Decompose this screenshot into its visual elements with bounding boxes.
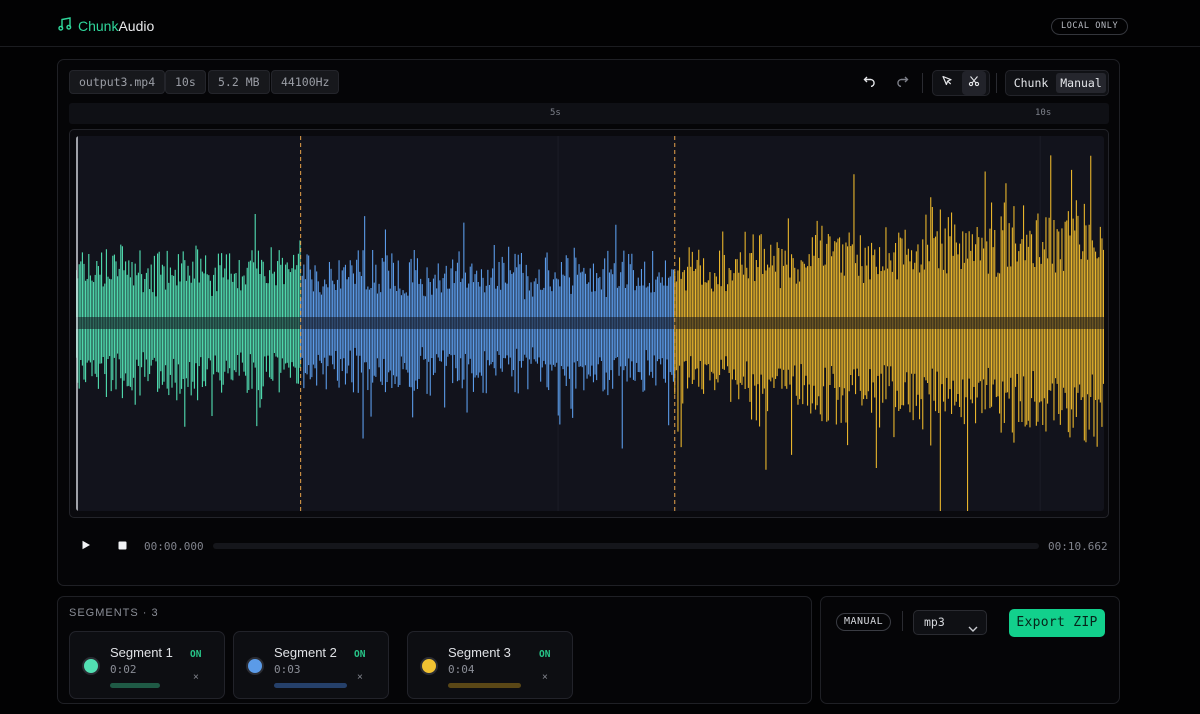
segment-color-dot: [82, 657, 100, 675]
undo-icon: [863, 74, 877, 92]
ruler-label-10s: 10s: [1035, 108, 1052, 118]
segment-color-dot: [246, 657, 264, 675]
duration-chip: 10s: [165, 70, 206, 94]
segment-level-bar: [448, 683, 521, 688]
local-only-badge: LOCAL ONLY: [1051, 18, 1129, 35]
mode-manual-button[interactable]: Manual: [1056, 73, 1106, 93]
segment-toggle[interactable]: ON: [539, 649, 550, 660]
segment-card[interactable]: Segment 2 0:03 ON ×: [233, 631, 389, 699]
total-time: 00:10.662: [1048, 540, 1108, 553]
toolbar-divider: [996, 73, 997, 93]
time-ruler[interactable]: 5s 10s: [69, 103, 1109, 124]
undo-button[interactable]: [858, 71, 882, 95]
segment-toggle[interactable]: ON: [190, 649, 201, 660]
segment-duration: 0:04: [448, 663, 475, 676]
waveform-canvas[interactable]: [76, 136, 1104, 511]
chevron-down-icon: [968, 618, 978, 641]
segment-color-dot: [420, 657, 438, 675]
segment-duration: 0:03: [274, 663, 301, 676]
mode-toggle: Chunk Manual: [1005, 70, 1109, 96]
cut-tool-button[interactable]: [962, 71, 986, 95]
size-chip: 5.2 MB: [208, 70, 270, 94]
segment-toggle[interactable]: ON: [354, 649, 365, 660]
segment-card[interactable]: Segment 3 0:04 ON ×: [407, 631, 573, 699]
redo-button[interactable]: [890, 71, 914, 95]
segments-title: SEGMENTS · 3: [69, 607, 159, 619]
scissors-icon: [968, 74, 980, 92]
segment-level-bar: [110, 683, 160, 688]
segment-level-bar: [274, 683, 347, 688]
waveform-segment-2: [300, 216, 675, 449]
cursor-icon: [941, 74, 953, 92]
play-button[interactable]: [74, 534, 98, 558]
music-note-icon: [58, 17, 72, 34]
transport-bar: 00:00.000 00:10.662: [58, 535, 1121, 557]
format-value: mp3: [924, 615, 945, 629]
segment-duration: 0:02: [110, 663, 137, 676]
ruler-label-5s: 5s: [550, 108, 561, 118]
brand[interactable]: ChunkAudio: [58, 17, 154, 34]
current-time: 00:00.000: [144, 540, 204, 553]
select-tool-button[interactable]: [935, 71, 959, 95]
stop-icon: [118, 537, 127, 555]
export-divider: [902, 611, 903, 631]
brand-name-rest: Audio: [118, 17, 155, 34]
top-bar: ChunkAudio LOCAL ONLY: [0, 0, 1200, 47]
segment-name: Segment 1: [110, 645, 173, 660]
remove-segment-icon[interactable]: ×: [542, 672, 548, 683]
tool-group: [932, 70, 990, 96]
waveform-segment-3: [674, 155, 1104, 511]
toolbar-divider: [922, 73, 923, 93]
stop-button[interactable]: [110, 534, 134, 558]
format-select[interactable]: mp3: [913, 610, 987, 635]
file-name-chip: output3.mp4: [69, 70, 166, 94]
segment-name: Segment 3: [448, 645, 511, 660]
play-icon: [81, 537, 91, 555]
seek-slider[interactable]: [213, 543, 1039, 549]
segment-name: Segment 2: [274, 645, 337, 660]
segments-panel: SEGMENTS · 3 Segment 1 0:02 ON × Segment…: [57, 596, 812, 704]
mode-chunk-button[interactable]: Chunk: [1009, 73, 1053, 93]
sample-rate-chip: 44100Hz: [271, 70, 340, 94]
remove-segment-icon[interactable]: ×: [193, 672, 199, 683]
export-panel: MANUAL mp3 Export ZIP: [820, 596, 1120, 704]
brand-name-accent: Chunk: [78, 17, 119, 34]
mode-tag: MANUAL: [836, 613, 892, 631]
waveform-center-band: [76, 317, 1104, 329]
waveform-frame: [69, 129, 1109, 518]
waveform: [76, 136, 1104, 511]
editor-panel: output3.mp4 10s 5.2 MB 44100Hz Chunk Man…: [57, 59, 1120, 586]
redo-icon: [895, 74, 909, 92]
export-zip-button[interactable]: Export ZIP: [1009, 609, 1105, 637]
remove-segment-icon[interactable]: ×: [357, 672, 363, 683]
segment-card[interactable]: Segment 1 0:02 ON ×: [69, 631, 225, 699]
